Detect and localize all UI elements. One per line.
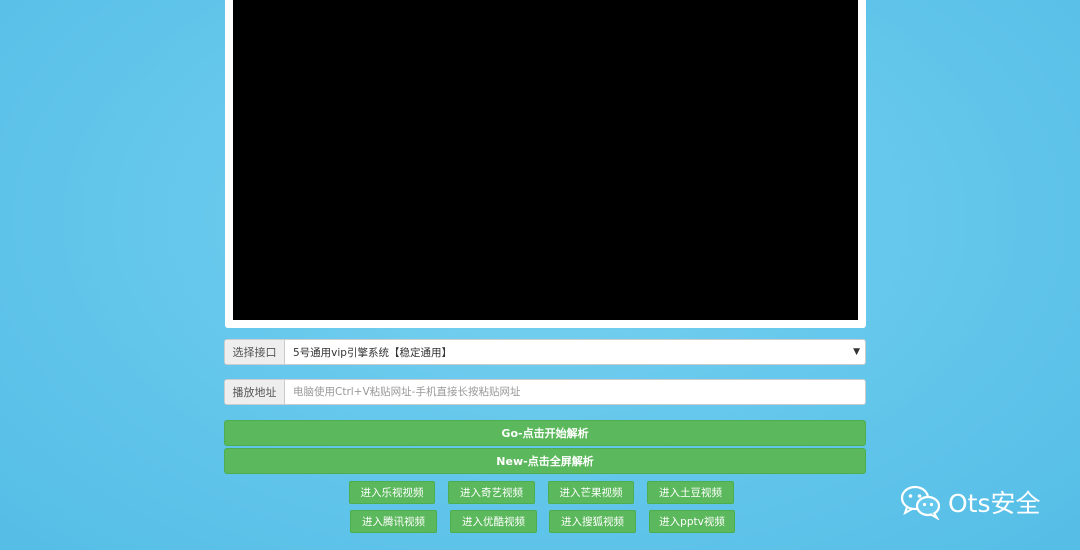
address-label: 播放地址 xyxy=(224,379,284,405)
dropdown-caret-icon: ▼ xyxy=(853,347,860,357)
watermark-text: Ots安全 xyxy=(948,489,1041,518)
site-button-youku[interactable]: 进入优酷视频 xyxy=(450,510,537,533)
interface-select-group: 选择接口 5号通用vip引擎系统【稳定通用】 ▼ xyxy=(224,339,866,365)
site-button-tencent[interactable]: 进入腾讯视频 xyxy=(350,510,437,533)
fullscreen-parse-button[interactable]: New-点击全屏解析 xyxy=(224,448,866,474)
address-field-wrapper xyxy=(284,379,866,405)
go-parse-button[interactable]: Go-点击开始解析 xyxy=(224,420,866,446)
interface-select[interactable]: 5号通用vip引擎系统【稳定通用】 ▼ xyxy=(284,339,866,365)
site-button-tudou[interactable]: 进入土豆视频 xyxy=(647,481,734,504)
interface-label: 选择接口 xyxy=(224,339,284,365)
site-button-mango[interactable]: 进入芒果视频 xyxy=(548,481,634,504)
watermark: Ots安全 xyxy=(900,484,1041,520)
site-button-iqiyi[interactable]: 进入奇艺视频 xyxy=(448,481,535,504)
address-input[interactable] xyxy=(293,386,865,398)
address-input-group: 播放地址 xyxy=(224,379,866,405)
video-player-screen[interactable] xyxy=(233,0,858,320)
video-player-frame xyxy=(225,0,866,328)
site-button-pptv[interactable]: 进入pptv视频 xyxy=(649,510,735,533)
interface-selected-value: 5号通用vip引擎系统【稳定通用】 xyxy=(293,346,452,359)
site-button-letv[interactable]: 进入乐视视频 xyxy=(349,481,435,504)
site-button-sohu[interactable]: 进入搜狐视频 xyxy=(549,510,636,533)
wechat-icon xyxy=(900,485,941,520)
